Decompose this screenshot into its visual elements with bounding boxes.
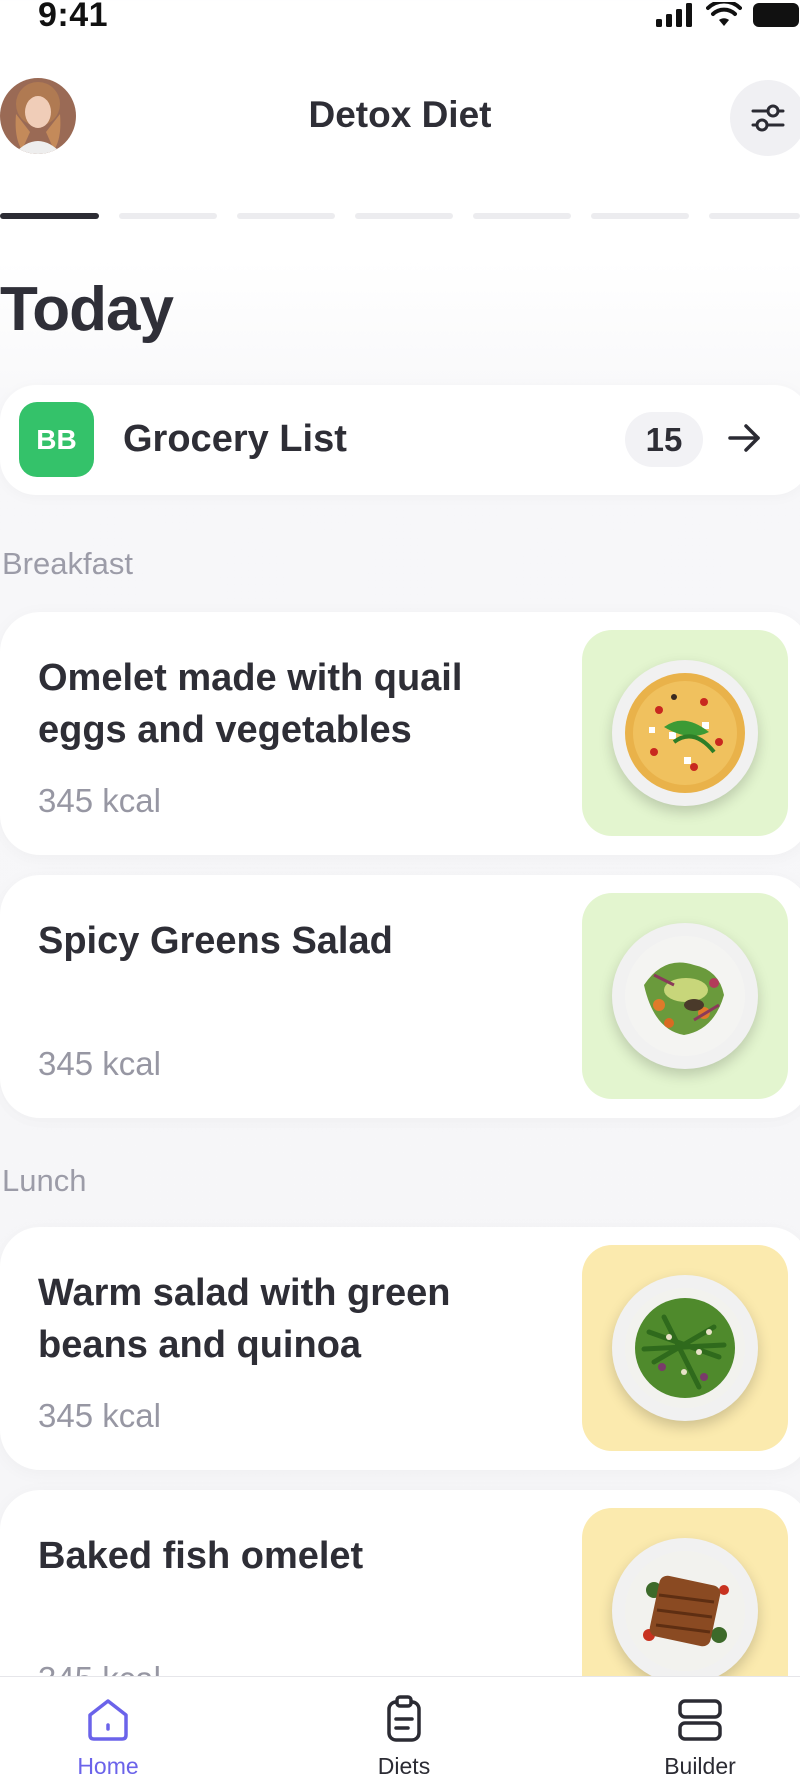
status-bar: 9:41 [0,0,800,40]
nav-diets[interactable]: Diets [334,1693,474,1780]
grocery-count-badge: 15 [625,412,703,467]
greens-salad-plate-image [612,923,758,1069]
section-label-breakfast: Breakfast [2,546,133,581]
day-progress [0,213,800,221]
nav-home-label: Home [77,1753,139,1779]
nav-home[interactable]: Home [38,1693,178,1780]
battery-icon [753,3,799,27]
meal-thumbnail [582,630,788,836]
builder-icon [678,1699,722,1741]
meal-name: Warm salad with green beans and quinoa [38,1272,451,1366]
day-segment-3[interactable] [237,213,335,219]
meal-name: Baked fish omelet [38,1535,364,1577]
status-icons [656,2,800,28]
meal-card[interactable]: Spicy Greens Salad 345 kcal [0,875,800,1118]
arrow-right-icon [728,424,760,452]
grocery-badge: BB [19,402,94,477]
meal-card[interactable]: Warm salad with green beans and quinoa 3… [0,1227,800,1470]
grocery-list-card[interactable]: BB Grocery List 15 [0,385,800,495]
meal-kcal: 345 kcal [38,1397,161,1434]
section-heading: Today [0,275,174,344]
section-label-lunch: Lunch [2,1163,87,1198]
day-segment-7[interactable] [709,213,800,219]
meal-kcal: 345 kcal [38,1045,161,1082]
meal-thumbnail [582,1245,788,1451]
meal-kcal: 345 kcal [38,782,161,819]
day-segment-5[interactable] [473,213,571,219]
day-segment-4[interactable] [355,213,453,219]
day-segment-6[interactable] [591,213,689,219]
home-icon [88,1699,128,1741]
wifi-icon [706,2,742,26]
meal-thumbnail [582,893,788,1099]
day-segment-2[interactable] [119,213,217,219]
baked-fish-plate-image [612,1538,758,1684]
header: Detox Diet [0,70,800,165]
nav-builder-label: Builder [664,1753,736,1779]
omelet-plate-image [612,660,758,806]
clipboard-icon [387,1695,421,1742]
status-time: 9:41 [38,0,109,34]
nav-diets-label: Diets [377,1753,431,1779]
sliders-icon [751,104,785,132]
meal-name: Spicy Greens Salad [38,920,393,962]
bottom-nav: Home Diets Builder [0,1676,800,1781]
filter-button[interactable] [730,80,800,156]
grocery-list-label: Grocery List [123,418,347,460]
meal-card[interactable]: Omelet made with quail eggs and vegetabl… [0,612,800,855]
signal-icon [656,3,692,27]
nav-builder[interactable]: Builder [630,1693,770,1780]
meal-name: Omelet made with quail eggs and vegetabl… [38,657,463,751]
page-title: Detox Diet [308,94,492,135]
day-segment-1[interactable] [0,213,99,219]
green-beans-salad-plate-image [612,1275,758,1421]
